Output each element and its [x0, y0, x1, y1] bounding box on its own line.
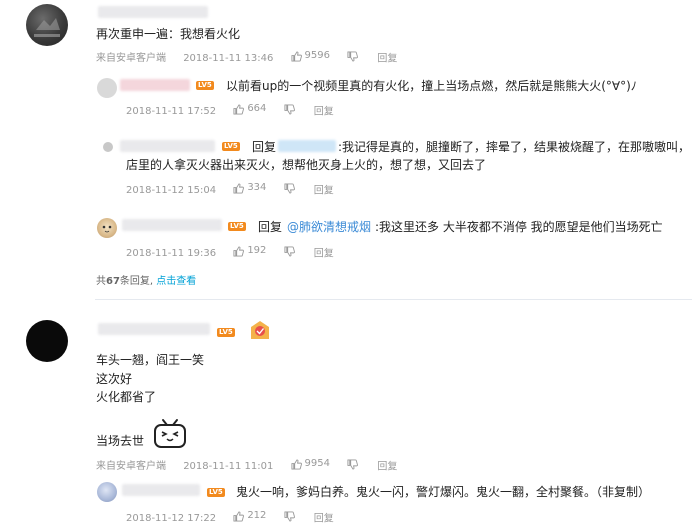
timestamp: 2018-11-11 19:36	[126, 247, 217, 259]
thumbs-up-icon	[233, 182, 245, 194]
dislike-button[interactable]	[284, 182, 295, 194]
tv-emoji-icon	[153, 418, 187, 450]
like-count: 334	[247, 182, 267, 193]
reply-text-line2: 店里的人拿灭火器出来灭火，想帮他灭身上火的，想了想，又回去了	[126, 158, 487, 172]
timestamp: 2018-11-12 15:04	[126, 184, 217, 196]
thumbs-down-icon	[284, 510, 295, 522]
reply-count: 67	[106, 276, 120, 287]
thumbs-up-icon	[290, 50, 302, 62]
comment-line-4: 当场去世	[96, 434, 145, 448]
reply-text: 鬼火一响，爹妈白养。鬼火一闪，警灯爆闪。鬼火一翻，全村聚餐。（非复制）	[236, 485, 651, 499]
total-prefix: 共	[96, 276, 106, 287]
total-replies: 共67条回复, 点击查看	[96, 272, 196, 287]
timestamp: 2018-11-11 11:01	[183, 460, 274, 472]
reply-button[interactable]: 回复	[377, 462, 397, 473]
thumbs-down-icon	[347, 50, 359, 62]
reply-button[interactable]: 回复	[314, 186, 334, 197]
reply-prefix: 回复	[258, 220, 283, 234]
user-avatar[interactable]	[26, 320, 68, 362]
like-button[interactable]: 9954	[290, 458, 330, 470]
divider	[95, 299, 692, 300]
level-badge: LV5	[222, 142, 240, 151]
thumbs-down-icon	[284, 182, 295, 194]
comment-meta: 来自安卓客户端 2018-11-11 13:46 9596 回复	[96, 50, 397, 66]
timestamp: 2018-11-12 17:22	[126, 512, 217, 524]
thumbs-up-icon	[233, 245, 245, 257]
reply-username-blurred[interactable]	[120, 79, 190, 91]
reply-avatar[interactable]	[97, 78, 117, 98]
like-count: 664	[247, 103, 267, 114]
like-button[interactable]: 192	[233, 245, 266, 257]
reply-username-blurred[interactable]	[122, 219, 222, 231]
reply-text: :我这里还多 大半夜都不消停 我的愿望是他们当场死亡	[375, 220, 663, 234]
reply-username-blurred[interactable]	[120, 140, 215, 152]
client-label: 来自安卓客户端	[96, 52, 166, 64]
mention-link[interactable]: @肺欲清想戒烟	[287, 219, 371, 235]
reply-avatar[interactable]	[97, 218, 117, 238]
mention-blurred[interactable]	[278, 140, 336, 152]
comment-line-2: 这次好	[96, 372, 133, 386]
timestamp: 2018-11-11 13:46	[183, 52, 274, 64]
like-button[interactable]: 212	[233, 510, 266, 522]
reply-meta: 2018-11-12 15:04 334 回复	[126, 182, 334, 198]
thumbs-up-icon	[233, 510, 245, 522]
like-button[interactable]: 9596	[290, 50, 330, 62]
level-badge: LV5	[196, 81, 214, 90]
client-label: 来自安卓客户端	[96, 460, 166, 472]
thumbs-down-icon	[284, 245, 295, 257]
reply-username-blurred[interactable]	[122, 484, 200, 496]
like-button[interactable]: 664	[233, 103, 266, 115]
thumbs-up-icon	[233, 103, 245, 115]
like-count: 212	[247, 510, 267, 521]
comment-text: 再次重申一遍：我想看火化	[96, 27, 241, 41]
avatar-image	[34, 18, 60, 37]
reply-meta: 2018-11-11 17:52 664 回复	[126, 103, 334, 119]
dislike-button[interactable]	[284, 510, 295, 522]
reply-avatar[interactable]	[103, 142, 113, 152]
like-count: 9596	[304, 50, 330, 61]
reply-text-line1: :我记得是真的，腿撞断了，摔晕了，结果被烧醒了，在那嗷嗷叫，	[338, 140, 691, 154]
thumbs-down-icon	[284, 103, 295, 115]
dislike-button[interactable]	[347, 458, 359, 470]
thumbs-down-icon	[347, 458, 359, 470]
total-suffix: 条回复,	[119, 276, 154, 287]
reply-meta: 2018-11-12 17:22 212 回复	[126, 510, 334, 526]
reply-button[interactable]: 回复	[377, 54, 397, 65]
dislike-button[interactable]	[284, 103, 295, 115]
level-badge: LV5	[207, 488, 225, 497]
timestamp: 2018-11-11 17:52	[126, 105, 217, 117]
user-avatar[interactable]	[26, 4, 68, 46]
level-badge: LV5	[228, 222, 246, 231]
reply-avatar[interactable]	[97, 482, 117, 502]
dislike-button[interactable]	[284, 245, 295, 257]
reply-button[interactable]: 回复	[314, 249, 334, 260]
view-more-link[interactable]: 点击查看	[156, 276, 196, 287]
like-count: 192	[247, 245, 267, 256]
reply-text: 以前看up的一个视频里真的有火化，撞上当场点燃，然后就是熊熊大火(°∀°)ﾉ	[226, 79, 637, 93]
level-badge: LV5	[217, 328, 235, 337]
reply-button[interactable]: 回复	[314, 514, 334, 525]
cat-face-icon	[102, 225, 112, 233]
reply-prefix: 回复	[252, 140, 277, 154]
reply-button[interactable]: 回复	[314, 107, 334, 118]
username-blurred[interactable]	[98, 6, 208, 18]
like-count: 9954	[304, 458, 330, 469]
reply-meta: 2018-11-11 19:36 192 回复	[126, 245, 334, 261]
comment-line-1: 车头一翘，阎王一笑	[96, 353, 205, 367]
username-blurred[interactable]	[98, 323, 210, 335]
dislike-button[interactable]	[347, 50, 359, 62]
thumbs-up-icon	[290, 458, 302, 470]
like-button[interactable]: 334	[233, 182, 266, 194]
comment-meta: 来自安卓客户端 2018-11-11 11:01 9954 回复	[96, 458, 397, 474]
comment-line-3: 火化都省了	[96, 390, 157, 404]
medal-icon	[247, 319, 273, 343]
